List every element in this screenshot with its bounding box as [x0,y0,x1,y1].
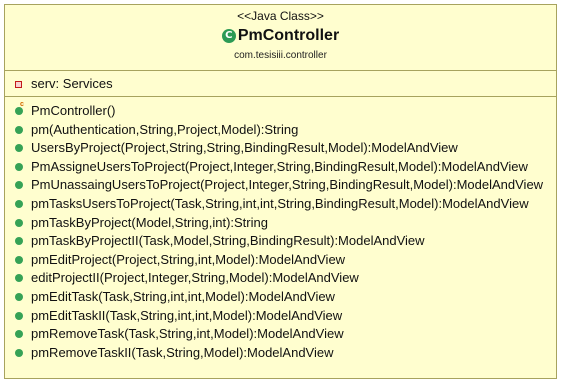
uml-class-box[interactable]: <<Java Class>> C PmController com.tesisii… [4,4,557,379]
class-header: <<Java Class>> C PmController com.tesisii… [5,5,556,71]
class-name: PmController [237,27,340,44]
public-method-icon [15,218,23,227]
public-method-icon [15,162,23,171]
operations-compartment: c PmController() pm(Authentication,Strin… [5,97,556,362]
public-method-icon [15,199,23,208]
operation-item[interactable]: pmEditTask(Task,String,int,int,Model):Mo… [15,288,556,307]
operation-text: pmEditTask(Task,String,int,int,Model):Mo… [31,288,335,304]
operation-text: pmEditProject(Project,String,int,Model):… [31,251,346,267]
attributes-compartment: serv: Services [5,71,556,97]
private-field-icon [15,81,22,88]
public-method-icon [15,237,23,246]
operation-item[interactable]: PmAssigneUsersToProject(Project,Integer,… [15,158,556,177]
operation-text: PmAssigneUsersToProject(Project,Integer,… [31,158,528,174]
operation-text: pmEditTaskII(Task,String,int,int,Model):… [31,307,343,323]
operation-item[interactable]: UsersByProject(Project,String,String,Bin… [15,139,556,158]
operation-item[interactable]: pmEditProject(Project,String,int,Model):… [15,251,556,270]
operation-item[interactable]: pm(Authentication,String,Project,Model):… [15,121,556,140]
attribute-serv[interactable]: serv: Services [15,75,556,92]
operation-text: PmUnassaingUsersToProject(Project,Intege… [31,177,544,193]
public-method-icon [15,311,23,320]
public-method-icon [15,274,23,283]
public-method-icon [15,181,23,190]
operation-text: pmRemoveTask(Task,String,int,Model):Mode… [31,326,344,342]
operation-item[interactable]: PmUnassaingUsersToProject(Project,Intege… [15,176,556,195]
package-name: com.tesisiii.controller [234,50,327,61]
public-method-icon [15,144,23,153]
operation-item[interactable]: pmTaskByProjectII(Task,Model,String,Bind… [15,232,556,251]
public-method-icon [15,255,23,264]
operation-text: UsersByProject(Project,String,String,Bin… [31,140,458,156]
operation-text: PmController() [31,103,116,118]
operation-text: pmTasksUsersToProject(Task,String,int,in… [31,195,529,211]
class-title: C PmController [5,25,556,47]
operation-text: editProjectII(Project,Integer,String,Mod… [31,270,359,286]
operation-item[interactable]: pmTaskByProject(Model,String,int):String [15,214,556,233]
operation-item[interactable]: editProjectII(Project,Integer,String,Mod… [15,269,556,288]
operation-item[interactable]: pmRemoveTask(Task,String,int,Model):Mode… [15,325,556,344]
public-method-icon [15,348,23,357]
constructor-c-icon: c [20,101,24,108]
operation-item[interactable]: pmRemoveTaskII(Task,String,Model):ModelA… [15,344,556,363]
public-method-icon [15,125,23,134]
operation-text: pm(Authentication,String,Project,Model):… [31,121,299,137]
class-c-icon: C [221,29,236,43]
attribute-text: serv: Services [31,76,113,91]
operation-item[interactable]: pmTasksUsersToProject(Task,String,int,in… [15,195,556,214]
public-method-icon [15,292,23,301]
operation-constructor[interactable]: c PmController() [15,101,556,121]
public-method-icon [15,330,23,339]
operation-text: pmTaskByProject(Model,String,int):String [31,214,268,230]
operation-text: pmRemoveTaskII(Task,String,Model):ModelA… [31,344,334,360]
operation-text: pmTaskByProjectII(Task,Model,String,Bind… [31,233,425,249]
operation-item[interactable]: pmEditTaskII(Task,String,int,int,Model):… [15,307,556,326]
stereotype-label: <<Java Class>> [237,9,324,23]
